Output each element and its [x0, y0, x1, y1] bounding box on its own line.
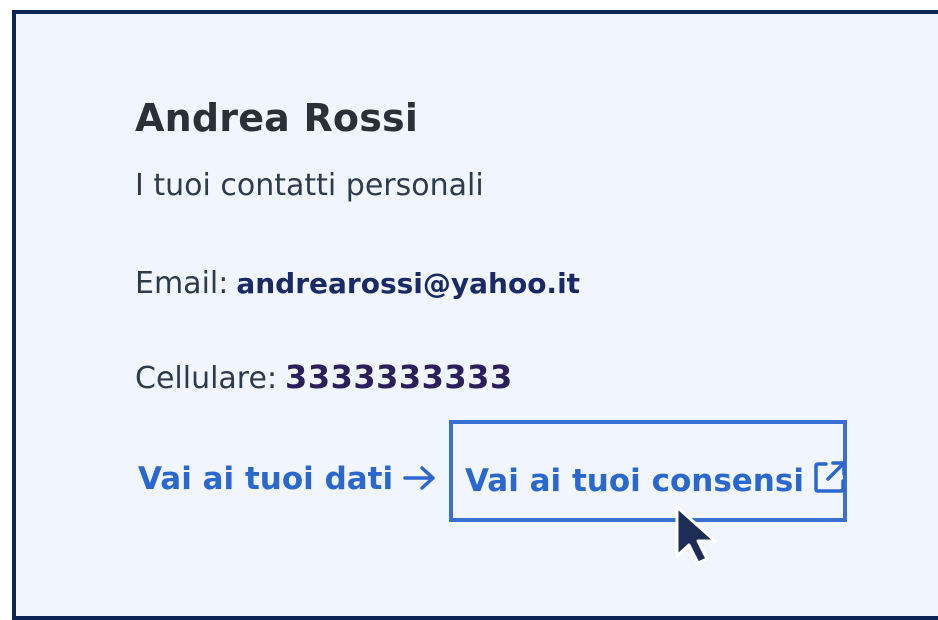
email-label: Email: — [135, 266, 229, 301]
arrow-right-icon — [403, 463, 437, 499]
go-to-consents-label: Vai ai tuoi consensi — [465, 463, 804, 499]
go-to-data-label: Vai ai tuoi dati — [138, 461, 394, 497]
email-row: Email: andrearossi@yahoo.it — [135, 266, 580, 301]
phone-value: 3333333333 — [285, 358, 513, 396]
external-link-icon — [812, 459, 848, 503]
section-subtitle: I tuoi contatti personali — [135, 168, 484, 203]
user-name: Andrea Rossi — [135, 96, 419, 140]
go-to-consents-link[interactable]: Vai ai tuoi consensi — [465, 459, 848, 503]
mouse-pointer-icon — [674, 504, 724, 570]
phone-label: Cellulare: — [135, 361, 278, 396]
phone-row: Cellulare: 3333333333 — [135, 358, 513, 396]
go-to-data-link[interactable]: Vai ai tuoi dati — [138, 461, 437, 499]
email-value: andrearossi@yahoo.it — [236, 267, 581, 300]
